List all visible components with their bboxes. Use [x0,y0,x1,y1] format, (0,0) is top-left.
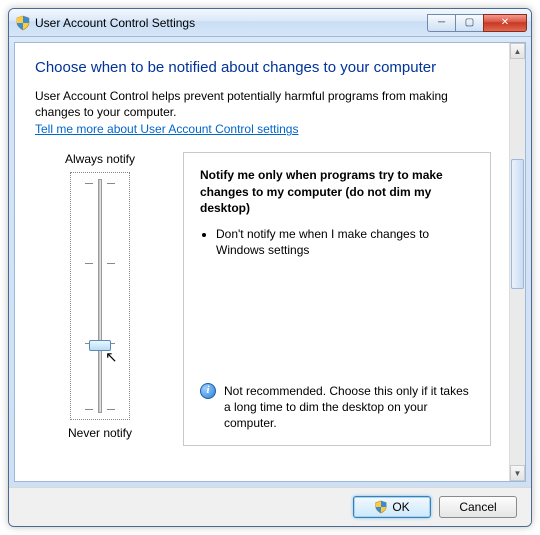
cancel-button[interactable]: Cancel [439,496,517,518]
description-title: Notify me only when programs try to make… [200,167,476,216]
maximize-button[interactable]: ▢ [455,14,483,32]
minimize-button[interactable]: ─ [427,14,455,32]
button-row: OK Cancel [9,487,531,526]
info-icon: i [200,383,216,399]
intro-text: User Account Control helps prevent poten… [35,88,491,120]
recommendation-row: i Not recommended. Choose this only if i… [200,383,476,432]
cancel-button-label: Cancel [459,500,496,514]
scroll-thumb[interactable] [511,159,524,289]
help-link[interactable]: Tell me more about User Account Control … [35,122,298,136]
recommendation-text: Not recommended. Choose this only if it … [224,383,476,432]
shield-icon [15,15,31,31]
ok-button[interactable]: OK [353,496,431,518]
close-button[interactable]: ✕ [483,14,527,32]
shield-icon [374,500,388,514]
vertical-scrollbar[interactable]: ▲ ▼ [509,43,525,481]
slider-top-label: Always notify [35,152,165,166]
slider-thumb[interactable] [89,340,111,351]
slider-column: Always notify ↖ Never notify [35,152,165,446]
scroll-down-button[interactable]: ▼ [510,465,525,481]
scroll-track[interactable] [510,59,525,465]
uac-settings-window: User Account Control Settings ─ ▢ ✕ Choo… [8,8,532,527]
ok-button-label: OK [392,500,409,514]
titlebar[interactable]: User Account Control Settings ─ ▢ ✕ [9,9,531,37]
window-title: User Account Control Settings [35,16,427,30]
page-heading: Choose when to be notified about changes… [35,59,491,76]
slider-bottom-label: Never notify [35,426,165,440]
description-bullet: Don't notify me when I make changes to W… [216,226,476,258]
scroll-up-button[interactable]: ▲ [510,43,525,59]
notification-slider[interactable]: ↖ [70,172,130,420]
description-panel: Notify me only when programs try to make… [183,152,491,446]
client-area: Choose when to be notified about changes… [14,42,526,482]
